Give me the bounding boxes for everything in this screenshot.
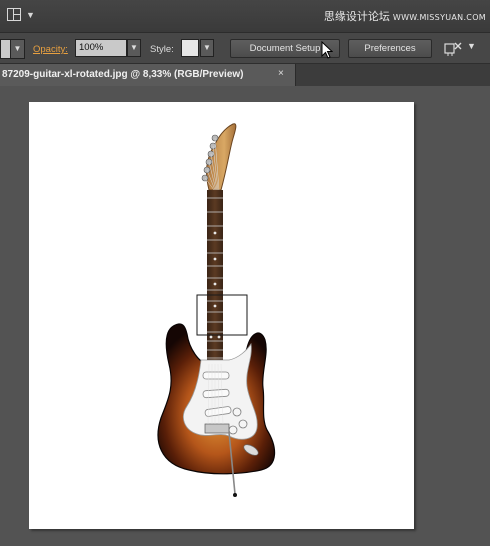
opacity-input[interactable]: 100% xyxy=(75,39,127,57)
close-icon[interactable]: × xyxy=(278,68,284,79)
workspace-switcher-icon xyxy=(7,8,21,21)
preferences-button[interactable]: Preferences xyxy=(348,39,432,58)
watermark: 思缘设计论坛 WWW.MISSYUAN.COM xyxy=(324,8,486,24)
style-label: Style: xyxy=(150,44,174,55)
watermark-text: 思缘设计论坛 xyxy=(323,10,390,23)
arrange-documents-icon[interactable] xyxy=(444,41,462,57)
chevron-down-icon: ▼ xyxy=(203,43,211,52)
chevron-down-icon[interactable]: ▼ xyxy=(467,41,476,51)
artboard[interactable] xyxy=(29,102,414,529)
document-tab-bar: 87209-guitar-xl-rotated.jpg @ 8,33% (RGB… xyxy=(0,64,490,86)
mouse-pointer-icon xyxy=(321,41,333,59)
fill-dropdown[interactable]: ▼ xyxy=(10,39,25,59)
watermark-url: WWW.MISSYUAN.COM xyxy=(392,13,486,22)
application-bar: ▼ 思缘设计论坛 WWW.MISSYUAN.COM xyxy=(0,0,490,33)
chevron-down-icon: ▼ xyxy=(130,43,138,52)
style-swatch[interactable] xyxy=(181,39,199,57)
chevron-down-icon: ▼ xyxy=(13,44,22,53)
canvas-area[interactable] xyxy=(0,86,490,546)
style-dropdown[interactable]: ▼ xyxy=(200,39,214,57)
guitar-image[interactable] xyxy=(29,102,414,529)
opacity-dropdown[interactable]: ▼ xyxy=(127,39,141,57)
chevron-down-icon: ▼ xyxy=(26,10,35,20)
opacity-label[interactable]: Opacity: xyxy=(33,44,68,55)
control-bar: ▼ Opacity: 100% ▼ Style: ▼ Document Setu… xyxy=(0,33,490,64)
workspace-switcher[interactable]: ▼ xyxy=(6,7,36,25)
document-tab-title: 87209-guitar-xl-rotated.jpg @ 8,33% (RGB… xyxy=(2,69,244,80)
document-tab[interactable]: 87209-guitar-xl-rotated.jpg @ 8,33% (RGB… xyxy=(0,64,296,86)
